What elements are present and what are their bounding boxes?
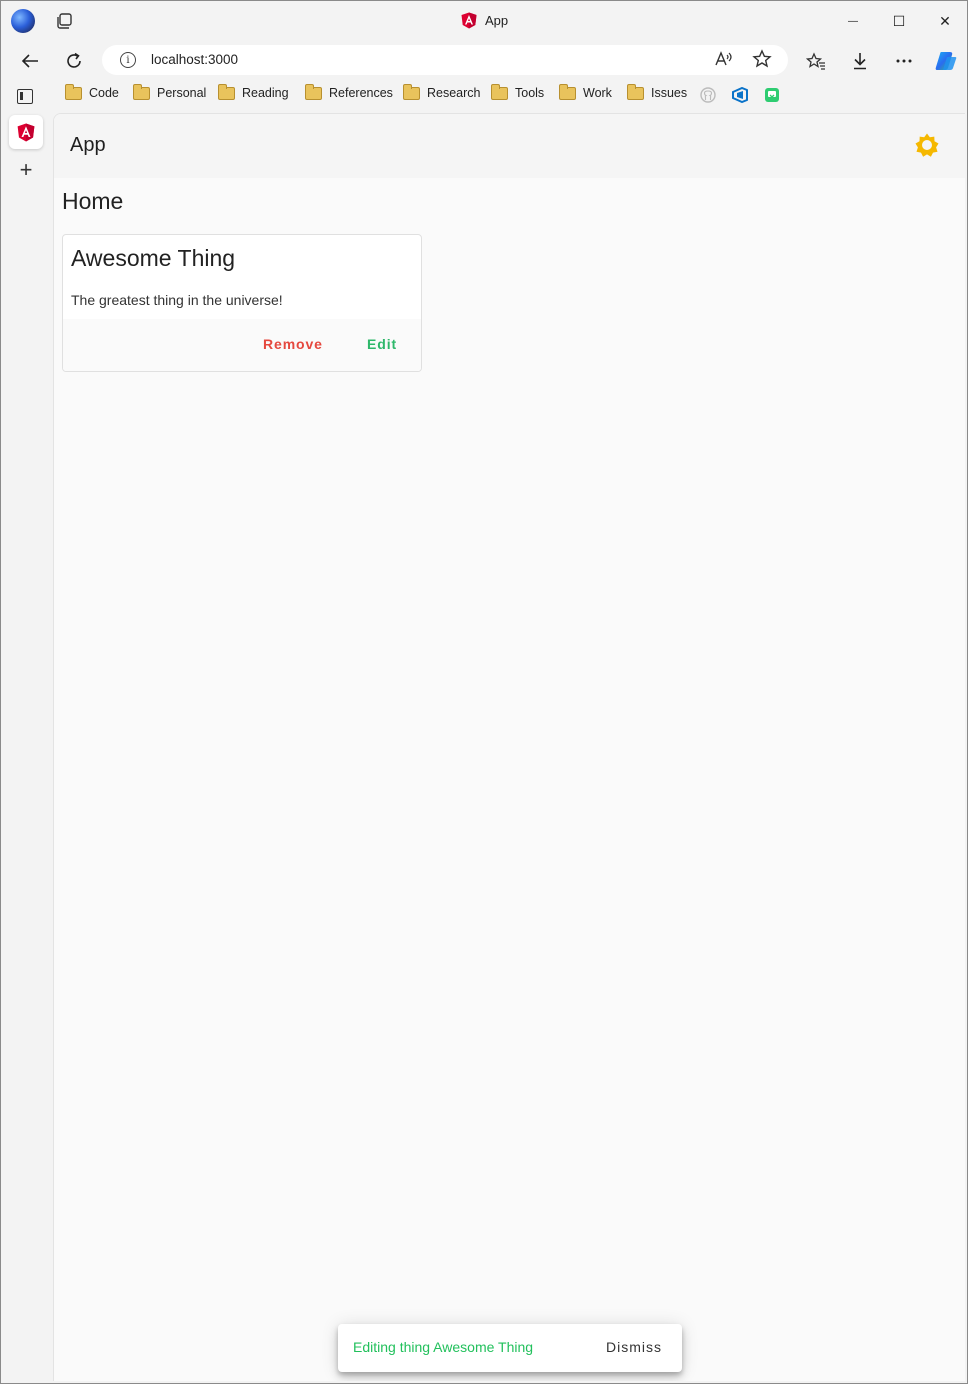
bookmark-label: Issues: [651, 86, 688, 100]
more-icon: [896, 59, 912, 63]
folder-icon: [491, 83, 508, 100]
folder-icon: [218, 83, 235, 100]
folder-icon: [65, 83, 82, 100]
read-aloud-icon[interactable]: [714, 50, 732, 68]
maximize-icon: ☐: [892, 12, 906, 29]
info-icon[interactable]: i: [120, 52, 136, 68]
thing-card: Awesome Thing The greatest thing in the …: [62, 234, 422, 372]
edit-button[interactable]: Edit: [367, 336, 397, 352]
card-actions: Remove Edit: [63, 319, 421, 371]
folder-icon: [403, 83, 420, 100]
close-icon: ✕: [939, 12, 951, 29]
folder-icon: [305, 83, 322, 100]
github-icon[interactable]: [700, 87, 716, 103]
title-bar: App — ☐ ✕: [1, 1, 967, 41]
copilot-icon: [935, 52, 957, 70]
favorite-star-icon[interactable]: [752, 49, 772, 69]
minimize-icon: —: [848, 15, 858, 27]
download-icon: [854, 53, 866, 70]
dismiss-button[interactable]: Dismiss: [606, 1339, 662, 1355]
angular-icon: [17, 123, 35, 141]
angular-icon: [461, 12, 477, 29]
sun-icon[interactable]: [914, 132, 940, 158]
tab-actions-icon[interactable]: [17, 89, 33, 104]
azure-devops-icon[interactable]: [732, 87, 748, 103]
favorites-icon: [806, 52, 825, 70]
bookmark-label: Code: [89, 86, 119, 100]
window-tab-title: App: [461, 12, 508, 29]
bookmark-tools[interactable]: Tools: [491, 83, 545, 100]
vertical-tab-strip: +: [1, 79, 51, 1384]
tab-title-text: App: [485, 13, 509, 28]
bookmark-work[interactable]: Work: [559, 83, 612, 100]
profile-icon[interactable]: [11, 9, 35, 33]
bookmark-label: Work: [583, 86, 612, 100]
bookmark-research[interactable]: Research: [403, 83, 481, 100]
favorites-button[interactable]: [802, 47, 830, 75]
minimize-button[interactable]: —: [841, 9, 865, 33]
app-toolbar: App: [54, 114, 965, 178]
close-button[interactable]: ✕: [933, 9, 957, 33]
new-tab-button[interactable]: +: [15, 159, 37, 181]
bookmark-code[interactable]: Code: [65, 83, 119, 100]
bookmark-references[interactable]: References: [305, 83, 393, 100]
copilot-button[interactable]: [932, 47, 960, 75]
bookmark-label: Reading: [242, 86, 289, 100]
collections-icon[interactable]: [55, 12, 73, 30]
bookmark-label: Tools: [515, 86, 545, 100]
bookmark-label: Research: [427, 86, 481, 100]
download-button[interactable]: [846, 47, 874, 75]
card-description: The greatest thing in the universe!: [71, 292, 283, 308]
back-button[interactable]: [16, 47, 44, 75]
snackbar: Editing thing Awesome Thing Dismiss: [338, 1324, 682, 1372]
bookmark-label: Personal: [157, 86, 207, 100]
folder-icon: [559, 83, 576, 100]
browser-window: App — ☐ ✕ i localhost:3000 Code Personal…: [0, 0, 968, 1384]
bookmarks-bar: Code Personal Reading References Researc…: [1, 81, 967, 109]
card-title: Awesome Thing: [71, 245, 236, 271]
bookmark-label: References: [329, 86, 393, 100]
folder-icon: [627, 83, 644, 100]
back-icon: [21, 54, 38, 68]
url-text[interactable]: localhost:3000: [151, 52, 238, 67]
page-viewport: App Home Awesome Thing The greatest thin…: [53, 113, 965, 1381]
refresh-icon: [67, 52, 81, 68]
navigation-bar: i localhost:3000: [1, 41, 967, 79]
folder-icon: [133, 83, 150, 100]
bookmark-issues[interactable]: Issues: [627, 83, 688, 100]
maximize-button[interactable]: ☐: [887, 9, 911, 33]
more-button[interactable]: [890, 47, 918, 75]
remove-button[interactable]: Remove: [263, 336, 323, 352]
address-bar[interactable]: i localhost:3000: [102, 45, 788, 75]
bookmark-personal[interactable]: Personal: [133, 83, 207, 100]
page-title: Home: [62, 188, 124, 214]
bookmark-reading[interactable]: Reading: [218, 83, 289, 100]
refresh-button[interactable]: [60, 47, 88, 75]
plus-icon: +: [19, 157, 33, 182]
extension-icon[interactable]: [764, 87, 780, 103]
tab-app[interactable]: [9, 115, 43, 149]
app-title: App: [70, 134, 106, 156]
snackbar-message: Editing thing Awesome Thing: [353, 1339, 534, 1355]
